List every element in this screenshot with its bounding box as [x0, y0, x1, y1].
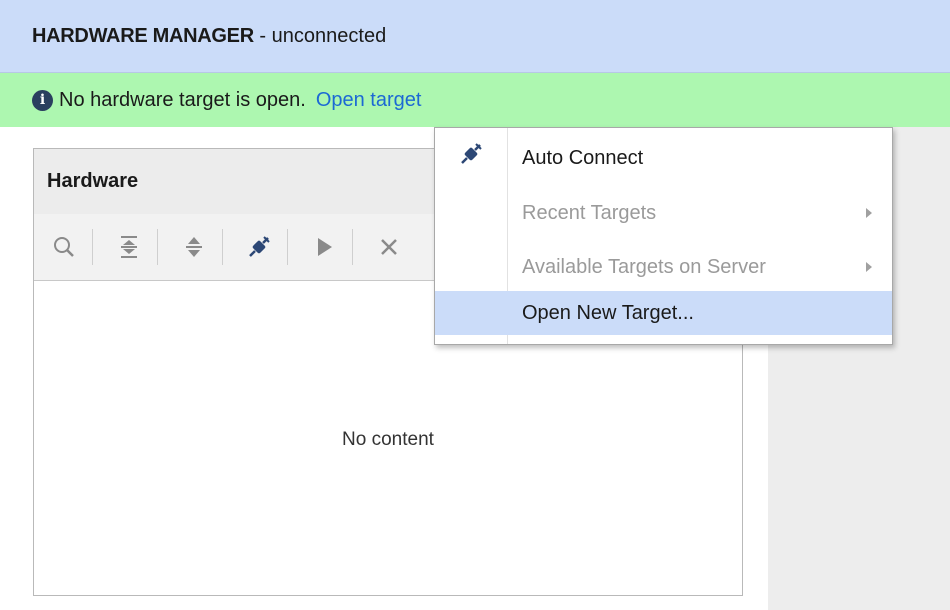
submenu-arrow-icon — [866, 208, 872, 218]
info-icon: i — [32, 89, 53, 111]
menu-item-auto-connect[interactable]: Auto Connect — [435, 136, 892, 180]
info-message: No hardware target is open. — [59, 88, 306, 111]
run-icon[interactable] — [306, 227, 342, 267]
auto-connect-icon — [459, 142, 483, 172]
menu-item-label: Open New Target... — [522, 301, 694, 324]
toolbar-divider — [287, 229, 288, 265]
submenu-arrow-icon — [866, 262, 872, 272]
toolbar-divider — [222, 229, 223, 265]
empty-state-text: No content — [342, 429, 434, 450]
toolbar-divider — [92, 229, 93, 265]
toolbar-divider — [352, 229, 353, 265]
menu-item-label: Available Targets on Server — [522, 255, 766, 278]
menu-item-label: Recent Targets — [522, 201, 657, 224]
open-target-link[interactable]: Open target — [316, 89, 422, 112]
menu-item-available-targets: Available Targets on Server — [435, 245, 892, 289]
auto-connect-icon[interactable] — [241, 227, 277, 267]
menu-item-label: Auto Connect — [522, 146, 644, 169]
window-title-bar: HARDWARE MANAGER - unconnected — [0, 0, 950, 73]
expand-all-icon[interactable] — [176, 227, 212, 267]
window-title-status: - unconnected — [253, 24, 387, 47]
menu-item-recent-targets: Recent Targets — [435, 191, 892, 235]
collapse-all-icon[interactable] — [111, 227, 147, 267]
toolbar-divider — [157, 229, 158, 265]
menu-item-open-new-target[interactable]: Open New Target... — [435, 291, 892, 335]
search-icon[interactable] — [46, 227, 82, 267]
info-banner: i No hardware target is open. Open targe… — [0, 73, 950, 127]
close-icon[interactable] — [371, 227, 407, 267]
window-title: HARDWARE MANAGER — [32, 24, 254, 47]
open-target-menu: Auto Connect Recent Targets Available Ta… — [434, 127, 893, 345]
